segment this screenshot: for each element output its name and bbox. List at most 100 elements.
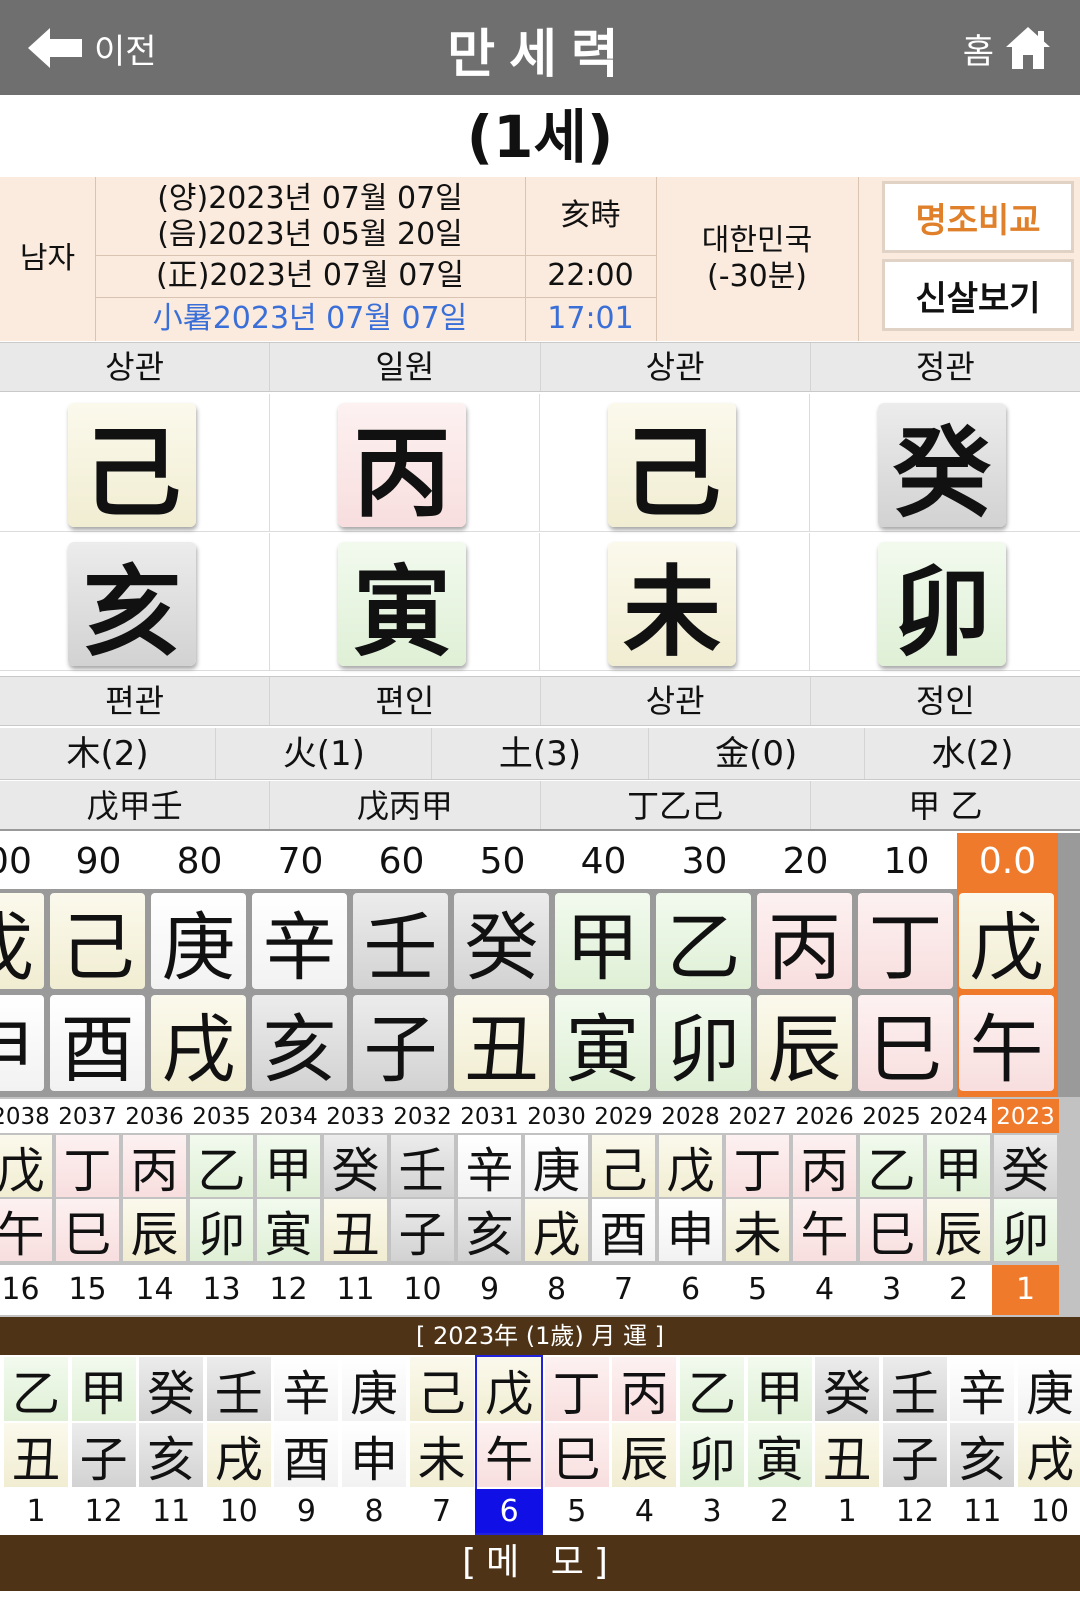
daeun-stem-tile[interactable]: 辛	[252, 893, 347, 991]
daeun-luck-strip[interactable]: 100戊申90己酉80庚戌70辛亥60壬子50癸丑40甲寅30乙卯20丙辰10丁…	[0, 833, 1080, 1097]
seun-branch-tile[interactable]: 辰	[927, 1199, 990, 1263]
wolun-column[interactable]: 乙卯 3	[678, 1355, 746, 1535]
home-button[interactable]: 홈	[963, 22, 1052, 74]
wolun-stem-tile[interactable]: 己	[409, 1357, 474, 1422]
wolun-column[interactable]: 辛酉 9	[272, 1355, 340, 1535]
daeun-column[interactable]: 80 庚戌	[149, 833, 250, 1097]
wolun-branch-tile[interactable]: 戌	[206, 1423, 271, 1488]
seun-stem-tile[interactable]: 庚	[525, 1135, 588, 1199]
seun-column[interactable]: 2034 甲寅 12	[255, 1097, 322, 1317]
daeun-stem-tile[interactable]: 丁	[858, 893, 953, 991]
daeun-branch-tile[interactable]: 卯	[656, 995, 751, 1093]
seun-column[interactable]: 2026 丙午 4	[791, 1097, 858, 1317]
seun-column[interactable]: 2024 甲辰 2	[925, 1097, 992, 1317]
seun-column[interactable]: 2032 壬子 10	[389, 1097, 456, 1317]
wolun-branch-tile[interactable]: 酉	[274, 1423, 339, 1488]
wolun-column[interactable]: 戊午6	[475, 1355, 544, 1535]
seun-branch-tile[interactable]: 酉	[592, 1199, 655, 1263]
daeun-column[interactable]: 30 乙卯	[654, 833, 755, 1097]
daeun-stem-tile[interactable]: 庚	[151, 893, 246, 991]
wolun-stem-tile[interactable]: 乙	[4, 1357, 68, 1422]
seun-branch-tile[interactable]: 丑	[324, 1199, 387, 1263]
seun-branch-tile[interactable]: 申	[659, 1199, 722, 1263]
wolun-branch-tile[interactable]: 申	[342, 1423, 406, 1488]
daeun-branch-tile[interactable]: 子	[353, 995, 448, 1093]
wolun-column[interactable]: 乙丑 1	[2, 1355, 70, 1535]
wolun-column[interactable]: 甲子 12	[70, 1355, 138, 1535]
daeun-column[interactable]: 90 己酉	[48, 833, 149, 1097]
wolun-stem-tile[interactable]: 癸	[139, 1357, 204, 1422]
daeun-column[interactable]: 20 丙辰	[755, 833, 856, 1097]
seun-stem-tile[interactable]: 癸	[324, 1135, 387, 1199]
daeun-branch-tile[interactable]: 寅	[555, 995, 650, 1093]
seun-branch-tile[interactable]: 卯	[994, 1199, 1057, 1263]
wolun-branch-tile[interactable]: 丑	[815, 1423, 880, 1488]
wolun-column[interactable]: 甲寅 2	[746, 1355, 814, 1535]
wolun-branch-tile[interactable]: 寅	[747, 1423, 812, 1488]
wolun-column[interactable]: 庚申 8	[340, 1355, 408, 1535]
seun-stem-tile[interactable]: 丁	[56, 1135, 119, 1199]
seun-stem-tile[interactable]: 戊	[659, 1135, 722, 1199]
wolun-stem-tile[interactable]: 辛	[274, 1357, 339, 1422]
wolun-stem-tile[interactable]: 丙	[612, 1357, 677, 1422]
seun-branch-tile[interactable]: 巳	[56, 1199, 119, 1263]
wolun-branch-tile[interactable]: 卯	[680, 1423, 744, 1488]
wolun-stem-tile[interactable]: 甲	[747, 1357, 812, 1422]
daeun-branch-tile[interactable]: 午	[959, 995, 1054, 1093]
daeun-column[interactable]: 10 丁巳	[856, 833, 957, 1097]
daeun-branch-tile[interactable]: 丑	[454, 995, 549, 1093]
wolun-column[interactable]: 丁巳 5	[543, 1355, 611, 1535]
wolun-column[interactable]: 丙辰 4	[610, 1355, 678, 1535]
wolun-branch-tile[interactable]: 子	[71, 1423, 136, 1488]
seun-stem-tile[interactable]: 丁	[726, 1135, 789, 1199]
daeun-column[interactable]: 60 壬子	[351, 833, 452, 1097]
seun-branch-tile[interactable]: 子	[391, 1199, 454, 1263]
sinsal-view-button[interactable]: 신살보기	[882, 259, 1074, 331]
daeun-column[interactable]: 50 癸丑	[452, 833, 553, 1097]
daeun-stem-tile[interactable]: 甲	[555, 893, 650, 991]
seun-luck-strip[interactable]: 2038戊午162037丁巳152036丙辰142035乙卯132034甲寅12…	[0, 1097, 1080, 1317]
wolun-branch-tile[interactable]: 丑	[4, 1423, 68, 1488]
seun-branch-tile[interactable]: 戌	[525, 1199, 588, 1263]
daeun-branch-tile[interactable]: 申	[0, 995, 44, 1093]
wolun-stem-tile[interactable]: 壬	[206, 1357, 271, 1422]
daeun-stem-tile[interactable]: 己	[50, 893, 145, 991]
seun-column[interactable]: 2029 己酉 7	[590, 1097, 657, 1317]
daeun-branch-tile[interactable]: 亥	[252, 995, 347, 1093]
wolun-stem-tile[interactable]: 乙	[680, 1357, 744, 1422]
seun-stem-tile[interactable]: 戊	[0, 1135, 52, 1199]
wolun-stem-tile[interactable]: 癸	[815, 1357, 880, 1422]
year-branch-tile[interactable]: 卯	[878, 542, 1006, 670]
wolun-branch-tile[interactable]: 子	[882, 1423, 947, 1488]
year-stem-tile[interactable]: 癸	[878, 403, 1006, 531]
memo-button[interactable]: [메 모]	[0, 1535, 1080, 1591]
seun-column[interactable]: 2036 丙辰 14	[121, 1097, 188, 1317]
wolun-column[interactable]: 庚戌 10	[1016, 1355, 1080, 1535]
wolun-branch-tile[interactable]: 辰	[612, 1423, 677, 1488]
wolun-branch-tile[interactable]: 巳	[544, 1423, 609, 1488]
hour-branch-tile[interactable]: 亥	[68, 542, 196, 670]
seun-branch-tile[interactable]: 未	[726, 1199, 789, 1263]
seun-stem-tile[interactable]: 乙	[860, 1135, 923, 1199]
daeun-column[interactable]: 70 辛亥	[250, 833, 351, 1097]
daeun-stem-tile[interactable]: 癸	[454, 893, 549, 991]
seun-stem-tile[interactable]: 乙	[190, 1135, 253, 1199]
wolun-branch-tile[interactable]: 亥	[950, 1423, 1015, 1488]
wolun-stem-tile[interactable]: 庚	[342, 1357, 406, 1422]
wolun-column[interactable]: 壬戌 10	[205, 1355, 273, 1535]
daeun-column[interactable]: 40 甲寅	[553, 833, 654, 1097]
seun-column[interactable]: 2030 庚戌 8	[523, 1097, 590, 1317]
wolun-stem-tile[interactable]: 辛	[950, 1357, 1015, 1422]
wolun-stem-tile[interactable]: 丁	[544, 1357, 609, 1422]
daeun-stem-tile[interactable]: 丙	[757, 893, 852, 991]
compare-chart-button[interactable]: 명조비교	[882, 181, 1074, 253]
daeun-branch-tile[interactable]: 辰	[757, 995, 852, 1093]
daeun-branch-tile[interactable]: 戌	[151, 995, 246, 1093]
daeun-column[interactable]: 100戊申	[0, 833, 48, 1097]
month-stem-tile[interactable]: 己	[608, 403, 736, 531]
daeun-branch-tile[interactable]: 酉	[50, 995, 145, 1093]
hour-stem-tile[interactable]: 己	[68, 403, 196, 531]
seun-column[interactable]: 2035 乙卯 13	[188, 1097, 255, 1317]
wolun-branch-tile[interactable]: 午	[477, 1423, 542, 1488]
seun-branch-tile[interactable]: 亥	[458, 1199, 521, 1263]
